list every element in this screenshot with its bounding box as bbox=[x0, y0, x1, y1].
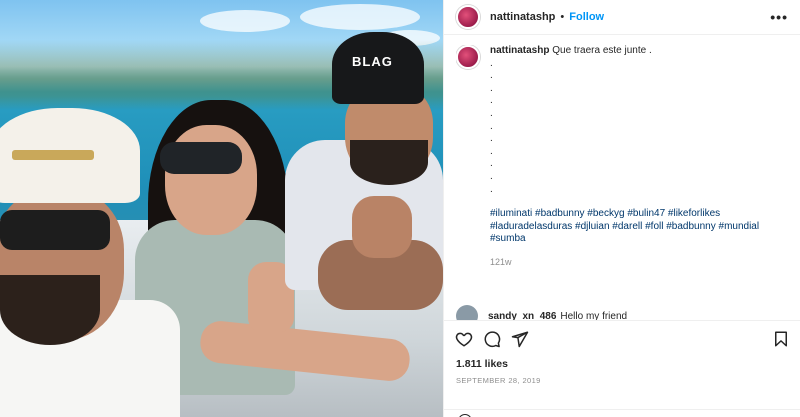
caption-body: nattinatashp Que traera este junte . . .… bbox=[490, 45, 759, 269]
add-comment-bar[interactable] bbox=[444, 409, 800, 417]
hashtag-line[interactable]: #laduradelasduras #djluian #darell #foll… bbox=[490, 221, 759, 234]
post-photo[interactable]: BLAG bbox=[0, 0, 443, 417]
hashtag-line[interactable]: #sumba bbox=[490, 233, 759, 246]
caption-dot-line: . bbox=[490, 57, 493, 69]
post-header: nattinatashp • Follow ••• bbox=[444, 0, 800, 35]
likes-count[interactable]: 1.811 likes bbox=[444, 348, 800, 370]
man-left-sunglasses bbox=[0, 210, 110, 250]
caption-username[interactable]: nattinatashp bbox=[490, 45, 549, 56]
cap-logo-text: BLAG bbox=[352, 54, 393, 69]
caption-dot-line: . bbox=[490, 133, 493, 145]
avatar[interactable] bbox=[456, 5, 480, 29]
caption-dots: . . . . . . . . . . . bbox=[490, 58, 759, 197]
man-right-hand bbox=[352, 196, 412, 258]
comment-icon[interactable] bbox=[483, 330, 501, 348]
follow-button[interactable]: Follow bbox=[569, 11, 604, 23]
bookmark-icon[interactable] bbox=[772, 330, 790, 348]
hashtag-line[interactable]: #iluminati #badbunny #beckyg #bulin47 #l… bbox=[490, 208, 759, 221]
more-icon[interactable]: ••• bbox=[770, 9, 788, 25]
caption-dot-line: . bbox=[490, 170, 493, 182]
caption-dot-line: . bbox=[490, 70, 493, 82]
caption-timestamp[interactable]: 121w bbox=[490, 256, 759, 269]
cloud bbox=[200, 10, 290, 32]
caption-dot-line: . bbox=[490, 183, 493, 195]
share-icon[interactable] bbox=[511, 330, 529, 348]
caption-dot-line: . bbox=[490, 145, 493, 157]
man-right-beard bbox=[350, 140, 428, 185]
woman-sunglasses bbox=[160, 142, 242, 174]
cloud bbox=[300, 4, 420, 30]
caption-dot-line: . bbox=[490, 107, 493, 119]
caption-dot-line: . bbox=[490, 120, 493, 132]
post-side-panel: nattinatashp • Follow ••• nattinatashp Q… bbox=[443, 0, 800, 417]
hashtags: #iluminati #badbunny #beckyg #bulin47 #l… bbox=[490, 208, 759, 246]
comments-area: nattinatashp Que traera este junte . . .… bbox=[456, 45, 788, 307]
caption-dot-line: . bbox=[490, 158, 493, 170]
caption-dot-line: . bbox=[490, 95, 493, 107]
hat-band bbox=[12, 150, 94, 160]
action-bar bbox=[444, 321, 800, 348]
post-date[interactable]: SEPTEMBER 28, 2019 bbox=[444, 370, 800, 385]
caption-text: Que traera este junte . bbox=[552, 45, 652, 56]
caption: nattinatashp Que traera este junte . . .… bbox=[456, 45, 788, 269]
separator-dot: • bbox=[560, 11, 565, 23]
heart-icon[interactable] bbox=[455, 330, 473, 348]
post-actions-section: 1.811 likes SEPTEMBER 28, 2019 bbox=[444, 320, 800, 417]
man-left-beard bbox=[0, 275, 100, 345]
caption-dot-line: . bbox=[490, 82, 493, 94]
username-link[interactable]: nattinatashp bbox=[490, 11, 555, 23]
avatar[interactable] bbox=[456, 45, 480, 69]
